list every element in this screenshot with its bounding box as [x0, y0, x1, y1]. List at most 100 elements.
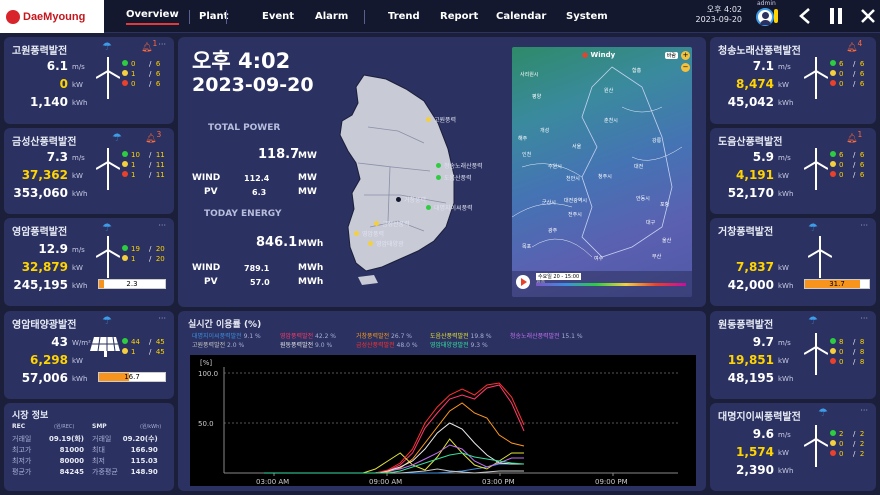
unit: m/s	[72, 246, 85, 254]
windy-city-label: 개성	[540, 128, 550, 134]
summary-panel: 오후 4:02 2023-09-20 TOTAL POWER 118.7 MW …	[178, 37, 706, 307]
solar-panel-icon	[90, 336, 120, 357]
unit: m/s	[72, 63, 85, 71]
nav-event[interactable]: Event	[262, 11, 294, 22]
pv-label: PV	[204, 187, 218, 197]
unit: kW	[778, 81, 789, 89]
user-icon[interactable]	[756, 8, 774, 26]
turbine-status-list: 6/ 6 0/ 6 0/ 6	[830, 59, 864, 89]
more-icon[interactable]: ···	[860, 406, 868, 415]
wind-speed-value: 7.3	[46, 150, 68, 164]
windy-weather-map[interactable]: ● Windy 바람 + − 사리원시 평양 원산 함흥 해주 개성 춘천시 강릉 서울 인천 수원…	[512, 47, 692, 297]
chart-plot-area: [%] 100.0 50.0 03:00 AM 09:00 AM 03:00 PM 09:0…	[190, 355, 696, 486]
more-icon[interactable]: ···	[860, 314, 868, 323]
site-name: 원동풍력발전	[718, 320, 774, 331]
windy-city-label: 광주	[548, 228, 558, 234]
site-card-geochang[interactable]: 거창풍력발전 ☂ ··· 7,837 kW 42,000 kWh 31.7	[710, 218, 876, 306]
site-card-cheongsong[interactable]: 청송노래산풍력발전 🔔︎4 7.1 m/s 8,474 kW 45,042 kW…	[710, 37, 876, 124]
unit: MWh	[298, 277, 324, 287]
unit: m/s	[778, 339, 791, 347]
today-energy-label: TODAY ENERGY	[204, 209, 282, 219]
site-card-doeumsan[interactable]: 도음산풍력발전 🔔︎1 5.9 m/s 4,191 kW 52,170 kWh …	[710, 128, 876, 214]
market-table: 거래일 09.19(화) 거래일 09.20(수) 최고가 81000 최대 166.90 …	[10, 433, 160, 477]
wind-turbine-icon	[96, 57, 120, 99]
close-icon[interactable]	[860, 8, 876, 24]
pause-icon[interactable]	[829, 8, 843, 24]
nav-plant[interactable]: Plant	[199, 11, 228, 22]
wind-power-value: 112.4	[244, 174, 270, 183]
energy-value: 57,006	[21, 371, 68, 385]
site-card-yeongam-wind[interactable]: 영암풍력발전 ☂ ··· 12.9 m/s 32,879 kW 245,195 …	[4, 218, 174, 306]
unit: m/s	[778, 63, 791, 71]
windy-city-label: 포항	[660, 202, 670, 208]
more-icon[interactable]: ···	[158, 221, 166, 230]
more-icon[interactable]: ···	[860, 221, 868, 230]
header-date: 2023-09-20	[695, 15, 743, 24]
pv-energy-value: 57.0	[250, 278, 270, 287]
site-card-yeongam-solar[interactable]: 영암태양광발전 ☂ ··· 43 W/m² 6,298 kW 57,006 kW…	[4, 311, 174, 399]
wind-energy-value: 789.1	[244, 264, 270, 273]
legend-item: 금성산풍력발전 48.0 %	[356, 342, 418, 349]
site-card-daemyeong[interactable]: 대명지이씨풍력발전 ☂ ··· 9.6 m/s 1,574 kW 2,390 k…	[710, 403, 876, 491]
umbrella-icon: ☂	[102, 40, 112, 53]
alarm-bell-icon[interactable]: 🔔︎1	[846, 130, 862, 144]
more-icon[interactable]: ···	[158, 40, 166, 49]
unit: kW	[778, 172, 789, 180]
nav-system[interactable]: System	[566, 11, 608, 22]
windy-city-label: 인천	[522, 152, 532, 158]
site-card-wondong[interactable]: 원동풍력발전 ☂ ··· 9.7 m/s 19,851 kW 48,195 kW…	[710, 311, 876, 399]
market-title: 시장 정보	[12, 411, 49, 421]
windy-city-label: 춘천시	[604, 118, 618, 124]
legend-item: 영암태양광발전 9.3 %	[430, 342, 488, 349]
umbrella-icon: ☂	[808, 314, 818, 327]
play-button[interactable]	[516, 275, 530, 289]
table-row: 거래일 09.19(화) 거래일 09.20(수)	[12, 434, 158, 443]
site-name: 청송노래산풍력발전	[718, 46, 801, 57]
zoom-in-button[interactable]: +	[681, 51, 690, 60]
status-row: 6/ 6	[830, 59, 864, 69]
nav-divider	[226, 10, 227, 24]
capacity-bar: 2.3	[98, 279, 166, 289]
alarm-bell-icon[interactable]: 🔔︎3	[145, 130, 161, 144]
status-row: 0/ 6	[830, 170, 864, 180]
legend-item: 거창풍력발전 26.7 %	[356, 333, 412, 340]
site-name: 영암풍력발전	[12, 227, 68, 238]
energy-value: 42,000	[727, 278, 774, 292]
windy-layer-badge[interactable]: 바람	[664, 52, 678, 59]
irradiance-value: 43	[51, 335, 68, 349]
zoom-out-button[interactable]: −	[681, 63, 690, 72]
unit: m/s	[778, 431, 791, 439]
wind-speed-value: 9.6	[752, 427, 774, 441]
series-line	[264, 384, 525, 474]
status-row: 44/ 45	[122, 337, 165, 347]
alarm-count: 3	[156, 130, 162, 139]
back-icon[interactable]	[798, 8, 812, 24]
site-name: 금성산풍력발전	[12, 137, 77, 148]
umbrella-icon: ☂	[112, 131, 122, 144]
turbine-status-list: 0/ 6 1/ 6 0/ 6	[122, 59, 160, 89]
y-tick-label: 50.0	[198, 420, 214, 428]
nav-overview[interactable]: Overview	[126, 9, 179, 25]
windy-city-label: 사리원시	[520, 72, 539, 78]
unit: kWh	[778, 282, 794, 290]
nav-trend[interactable]: Trend	[388, 11, 420, 22]
windy-city-label: 울산	[662, 238, 672, 244]
turbine-status-list: 2/ 2 0/ 2 0/ 2	[830, 429, 864, 459]
power-value: 6,298	[30, 353, 68, 367]
nav-calendar[interactable]: Calendar	[496, 11, 546, 22]
market-info-panel: 시장 정보 REC (원/REC) SMP (원/kWh) 거래일 09.19(화…	[4, 403, 174, 491]
legend-item: 원동풍력발전 9.0 %	[280, 342, 333, 349]
more-icon[interactable]: ···	[158, 314, 166, 323]
site-name: 도음산풍력발전	[718, 137, 783, 148]
alarm-bell-icon[interactable]: 🔔︎4	[846, 39, 862, 53]
nav-alarm[interactable]: Alarm	[315, 11, 348, 22]
x-tick-label: 09:00 AM	[369, 478, 402, 486]
site-card-gowon[interactable]: 고원풍력발전 ☂ 🔔︎1 ··· 6.1 m/s 0 kW 1,140 kWh …	[4, 37, 174, 124]
status-row: 1/ 45	[122, 347, 165, 357]
windy-city-label: 천안시	[566, 176, 580, 182]
energy-value: 2,390	[736, 463, 774, 477]
alarm-bell-icon[interactable]: 🔔︎1	[141, 39, 157, 53]
nav-report[interactable]: Report	[440, 11, 478, 22]
site-card-geumseongsan[interactable]: 금성산풍력발전 ☂ 🔔︎3 7.3 m/s 37,362 kW 353,060 …	[4, 128, 174, 214]
x-tick-label: 03:00 AM	[256, 478, 289, 486]
